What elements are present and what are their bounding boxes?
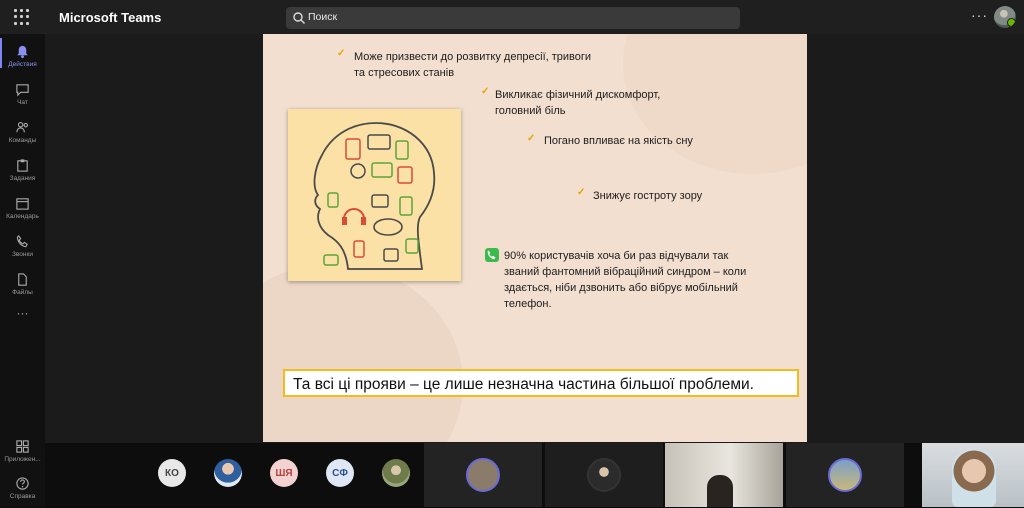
- video-tile[interactable]: [665, 443, 783, 507]
- participant-avatar[interactable]: КО: [158, 459, 186, 487]
- apps-icon: [16, 440, 29, 453]
- bell-icon: [17, 45, 28, 59]
- rail-item-calls[interactable]: Звонки: [0, 230, 45, 266]
- participant-avatar: [587, 458, 621, 492]
- search-placeholder: Поиск: [308, 11, 338, 23]
- rail-item-assignments[interactable]: Задания: [0, 154, 45, 190]
- callout-text: Та всі ці прояви – це лише незначна част…: [293, 376, 754, 393]
- rail-label: Календарь: [6, 213, 39, 220]
- rail-label: Чат: [17, 99, 28, 106]
- rail-item-chat[interactable]: Чат: [0, 78, 45, 114]
- rail-label: Действия: [8, 61, 37, 68]
- conclusion-callout: Та всі ці прояви – це лише незначна част…: [283, 369, 799, 397]
- participant-avatar: [466, 458, 500, 492]
- rail-item-activity[interactable]: Действия: [0, 40, 45, 76]
- phone-icon: [485, 248, 499, 262]
- app-title: Microsoft Teams: [59, 10, 162, 25]
- phantom-vibration-text: 90% користувачів хоча би раз відчували т…: [504, 250, 747, 310]
- rail-label: Справка: [9, 493, 36, 500]
- video-tile[interactable]: [922, 443, 1024, 507]
- rail-label: Задания: [9, 175, 36, 182]
- bullet-text: Погано впливає на якість сну: [544, 135, 693, 147]
- participant-avatar: [828, 458, 862, 492]
- rail-item-calendar[interactable]: Календарь: [0, 192, 45, 228]
- phone-icon: [16, 234, 28, 248]
- more-options-icon[interactable]: ···: [971, 7, 988, 23]
- title-bar: Microsoft Teams Поиск ···: [0, 0, 1024, 34]
- participant-video: [952, 449, 996, 507]
- participant-avatar[interactable]: [382, 459, 410, 487]
- rail-label: Звонки: [12, 251, 33, 258]
- chat-icon: [16, 84, 29, 97]
- rail-label: Приложен...: [4, 456, 41, 463]
- assignments-icon: [17, 159, 28, 172]
- search-icon: [293, 12, 305, 24]
- head-with-gadgets-illustration: [288, 109, 461, 281]
- slide-background-shape: [263, 264, 463, 442]
- shared-slide: ✓ Може призвести до розвитку депресії, т…: [263, 34, 807, 442]
- check-icon: ✓: [527, 133, 536, 144]
- search-input[interactable]: Поиск: [286, 7, 740, 29]
- user-avatar[interactable]: [994, 6, 1016, 28]
- participant-avatar[interactable]: ШЯ: [270, 459, 298, 487]
- check-icon: ✓: [481, 86, 490, 97]
- rail-item-apps[interactable]: Приложен...: [0, 435, 45, 471]
- bullet-text: Викликає фізичний дискомфорт, головний бі…: [495, 89, 661, 117]
- help-icon: [16, 477, 29, 490]
- check-icon: ✓: [337, 48, 346, 59]
- rail-more-button[interactable]: ···: [0, 304, 45, 340]
- rail-label: Файлы: [12, 289, 33, 296]
- rail-label: Команды: [8, 137, 37, 144]
- teams-icon: [16, 121, 29, 133]
- rail-item-teams[interactable]: Команды: [0, 116, 45, 152]
- check-icon: ✓: [577, 187, 586, 198]
- video-tile[interactable]: [545, 443, 663, 507]
- participant-strip: КО ШЯ СФ: [45, 443, 1024, 507]
- more-icon: ···: [16, 306, 29, 320]
- rail-item-help[interactable]: Справка: [0, 472, 45, 508]
- rail-item-files[interactable]: Файлы: [0, 268, 45, 304]
- participant-avatar[interactable]: СФ: [326, 459, 354, 487]
- participant-video: [707, 475, 733, 507]
- app-launcher-icon[interactable]: [14, 9, 30, 25]
- file-icon: [18, 273, 27, 286]
- video-tile[interactable]: [786, 443, 904, 507]
- video-tile[interactable]: [424, 443, 542, 507]
- participant-avatar[interactable]: [214, 459, 242, 487]
- bullet-text: Може призвести до розвитку депресії, три…: [354, 51, 592, 79]
- calendar-icon: [16, 198, 29, 210]
- app-rail: Действия Чат Команды Задания Календарь З…: [0, 34, 45, 507]
- bullet-text: Знижує гостроту зору: [593, 190, 703, 202]
